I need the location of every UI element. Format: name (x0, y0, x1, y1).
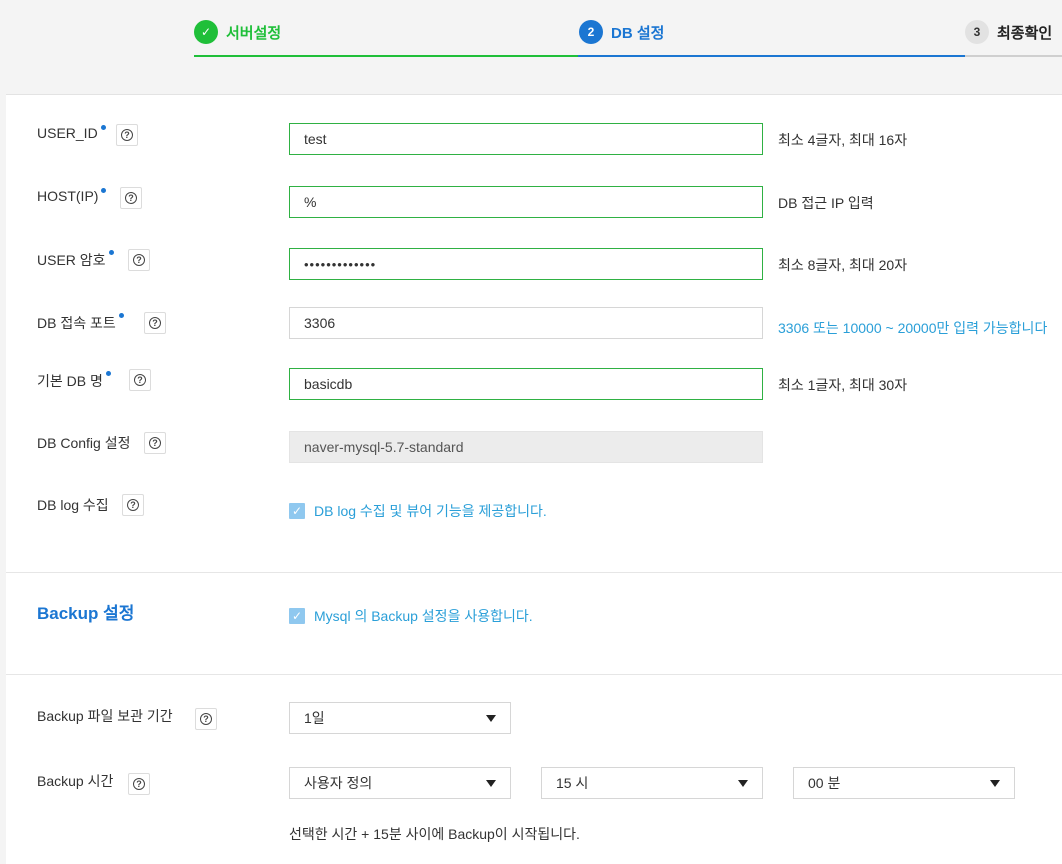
user-id-hint: 최소 4글자, 최대 16자 (778, 132, 908, 148)
step-progress-bar (578, 55, 965, 57)
user-id-input[interactable]: test (289, 123, 763, 155)
caret-down-icon (990, 780, 1000, 787)
step-final-confirm[interactable]: 3 최종확인 (965, 20, 1052, 44)
db-name-label: 기본 DB 명 (37, 371, 111, 391)
host-label: HOST(IP) (37, 188, 107, 204)
host-hint: DB 접근 IP 입력 (778, 195, 874, 211)
backup-retention-select[interactable]: 1일 (289, 702, 511, 734)
required-dot (108, 250, 114, 255)
backup-enable-checkbox-label: Mysql 의 Backup 설정을 사용합니다. (314, 608, 533, 624)
caret-down-icon (486, 715, 496, 722)
backup-hour-value: 15 시 (556, 775, 589, 791)
question-circle-icon[interactable]: ? (116, 124, 138, 146)
db-name-hint: 최소 1글자, 최대 30자 (778, 377, 908, 393)
required-dot (101, 188, 107, 193)
password-input[interactable]: ••••••••••••• (289, 248, 763, 280)
host-input[interactable]: % (289, 186, 763, 218)
check-icon: ✓ (194, 20, 218, 44)
db-settings-panel: USER_ID ? test 최소 4글자, 최대 16자 HOST(IP) ?… (6, 94, 1062, 573)
backup-minute-select[interactable]: 00 분 (793, 767, 1015, 799)
step-progress-bar (194, 55, 578, 57)
step-progress-bar (965, 55, 1062, 57)
port-label: DB 접속 포트 (37, 313, 124, 333)
step-label: DB 설정 (611, 24, 665, 42)
db-log-checkbox[interactable]: ✓ DB log 수집 및 뷰어 기능을 제공합니다. (289, 501, 547, 521)
question-circle-icon[interactable]: ? (128, 773, 150, 795)
step-db-settings[interactable]: 2 DB 설정 (579, 20, 664, 44)
question-circle-icon[interactable]: ? (128, 249, 150, 271)
question-circle-icon[interactable]: ? (144, 312, 166, 334)
step-label: 서버설정 (226, 24, 282, 42)
db-config-label: DB Config 설정 (37, 435, 131, 451)
backup-time-note: 선택한 시간 + 15분 사이에 Backup이 시작됩니다. (289, 826, 580, 842)
checkbox-check-icon: ✓ (289, 503, 305, 519)
db-log-label: DB log 수집 (37, 497, 109, 513)
user-id-label: USER_ID (37, 125, 106, 141)
backup-details-panel: Backup 파일 보관 기간 ? 1일 Backup 시간 ? 사용자 정의 … (6, 674, 1062, 864)
port-input[interactable]: 3306 (289, 307, 763, 339)
db-name-input[interactable]: basicdb (289, 368, 763, 400)
step-number: 2 (579, 20, 603, 44)
db-log-checkbox-label: DB log 수집 및 뷰어 기능을 제공합니다. (314, 503, 547, 519)
backup-time-mode-value: 사용자 정의 (304, 775, 373, 791)
required-dot (100, 125, 106, 130)
question-circle-icon[interactable]: ? (122, 494, 144, 516)
caret-down-icon (738, 780, 748, 787)
backup-enable-checkbox[interactable]: ✓ Mysql 의 Backup 설정을 사용합니다. (289, 606, 533, 626)
checkbox-check-icon: ✓ (289, 608, 305, 624)
backup-panel: Backup 설정 ✓ Mysql 의 Backup 설정을 사용합니다. (6, 572, 1062, 675)
step-label: 최종확인 (997, 24, 1053, 42)
db-config-field: naver-mysql-5.7-standard (289, 431, 763, 463)
password-hint: 최소 8글자, 최대 20자 (778, 257, 908, 273)
question-circle-icon[interactable]: ? (129, 369, 151, 391)
backup-retention-label: Backup 파일 보관 기간 (37, 708, 173, 724)
backup-retention-value: 1일 (304, 710, 325, 726)
required-dot (118, 313, 124, 318)
backup-minute-value: 00 분 (808, 775, 841, 791)
required-dot (105, 371, 111, 376)
step-server-settings[interactable]: ✓ 서버설정 (194, 20, 281, 44)
port-hint: 3306 또는 10000 ~ 20000만 입력 가능합니다 (778, 320, 1048, 336)
password-label: USER 암호 (37, 250, 114, 270)
backup-time-mode-select[interactable]: 사용자 정의 (289, 767, 511, 799)
backup-hour-select[interactable]: 15 시 (541, 767, 763, 799)
step-number: 3 (965, 20, 989, 44)
backup-section-title: Backup 설정 (37, 604, 135, 623)
question-circle-icon[interactable]: ? (144, 432, 166, 454)
question-circle-icon[interactable]: ? (120, 187, 142, 209)
question-circle-icon[interactable]: ? (195, 708, 217, 730)
caret-down-icon (486, 780, 496, 787)
backup-time-label: Backup 시간 (37, 773, 114, 789)
stepper: ✓ 서버설정 2 DB 설정 3 최종확인 (0, 0, 1062, 95)
